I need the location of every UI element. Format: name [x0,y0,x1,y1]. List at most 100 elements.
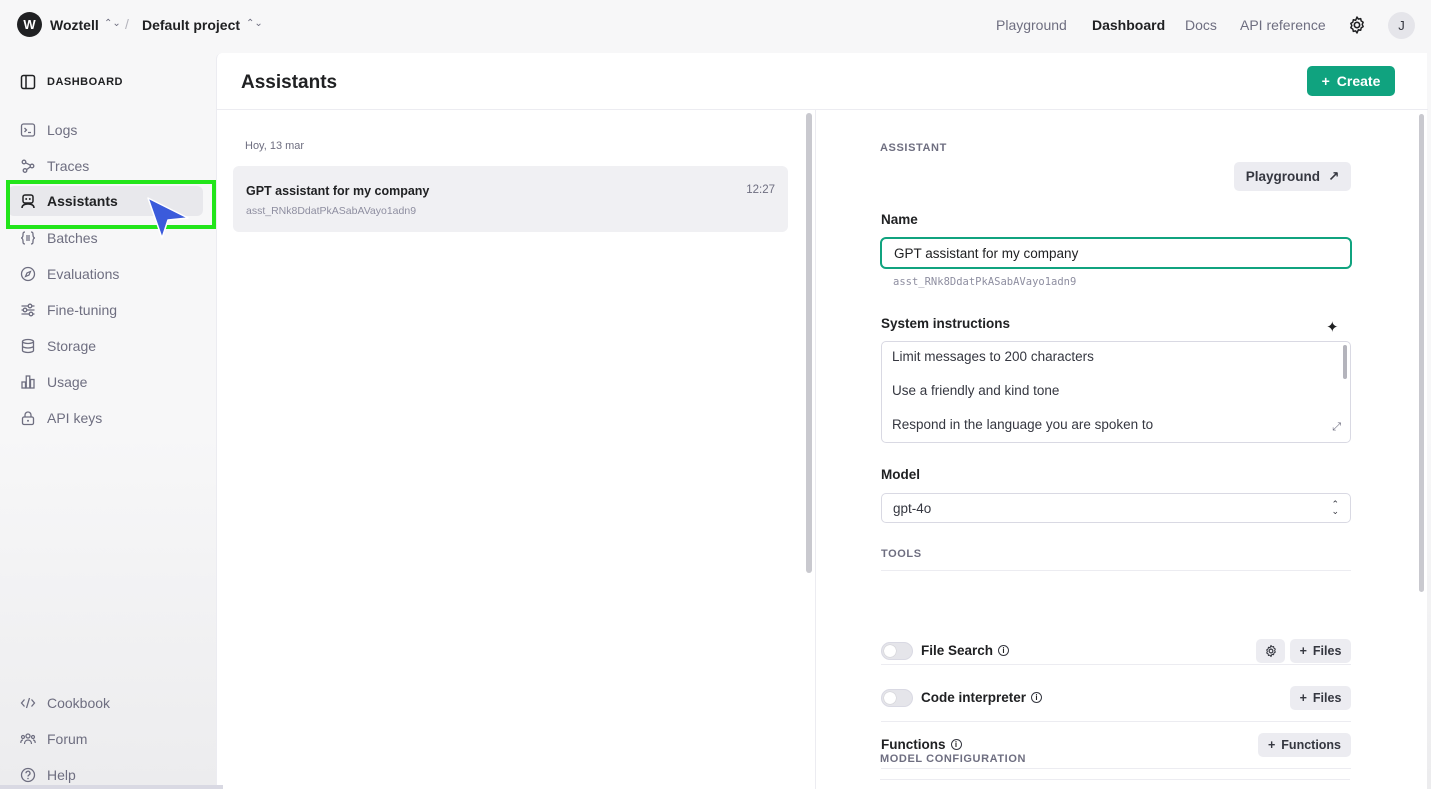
bottom-edge [0,785,223,789]
assistant-title: GPT assistant for my company [246,184,430,198]
org-selector[interactable]: Woztell [50,17,99,33]
compass-icon [20,266,36,282]
page-title: Assistants [241,72,338,93]
sidebar-item-forum[interactable]: Forum [8,724,203,754]
code-interpreter-label: Code interpreter i [921,690,1043,705]
info-icon[interactable]: i [1031,692,1043,703]
batches-icon [20,230,36,246]
bar-chart-icon [20,374,36,390]
gear-icon [1265,644,1276,658]
user-avatar[interactable]: J [1388,12,1415,39]
sidebar-item-storage[interactable]: Storage [8,331,203,361]
sidebar-item-label: Batches [47,230,98,246]
sidebar-item-api-keys[interactable]: API keys [8,403,203,433]
sidebar: DASHBOARD Logs Traces Assistants Batches… [0,52,215,789]
sparkle-icon[interactable]: ✦ [1326,318,1339,336]
detail-scrollbar[interactable] [1419,114,1424,592]
instructions-label: System instructions [881,316,1011,331]
plus-icon: + [1299,644,1307,658]
nav-api-reference[interactable]: API reference [1240,17,1326,33]
sidebar-item-logs[interactable]: Logs [8,115,203,145]
sliders-icon [20,302,36,318]
sidebar-item-label: Usage [47,374,88,390]
org-avatar[interactable]: W [17,12,42,37]
info-icon[interactable]: i [950,739,962,750]
arrow-up-right-icon: ↗ [1327,168,1340,184]
chevron-up-down-icon: ⌃ ⌄ [1331,499,1339,516]
sidebar-header-label: DASHBOARD [47,76,123,88]
sidebar-toggle-icon[interactable] [20,74,36,90]
sidebar-item-usage[interactable]: Usage [8,367,203,397]
instruction-line: Limit messages to 200 characters [892,349,1094,364]
model-label: Model [881,467,920,482]
functions-button-label: Functions [1281,738,1342,752]
assistant-id: asst_RNk8DdatPkASabAVayo1adn9 [246,205,417,217]
assistant-list: Hoy, 13 mar GPT assistant for my company… [217,110,815,789]
file-search-text: File Search [921,643,994,658]
sidebar-item-label: Fine-tuning [47,302,118,318]
file-search-toggle[interactable] [881,642,913,660]
sidebar-header[interactable]: DASHBOARD [20,74,123,90]
playground-button-label: Playground [1245,169,1320,184]
sidebar-item-evaluations[interactable]: Evaluations [8,259,203,289]
sidebar-item-label: API keys [47,410,103,426]
main-panel: Assistants + Create Hoy, 13 mar GPT assi… [216,53,1428,789]
functions-text: Functions [881,737,946,752]
sidebar-item-label: Cookbook [47,695,111,711]
section-label-model-configuration: MODEL CONFIGURATION [880,753,1027,765]
code-interpreter-add-files-button[interactable]: + Files [1290,686,1351,710]
file-search-add-files-button[interactable]: + Files [1290,639,1351,663]
divider [881,664,1351,665]
date-group-label: Hoy, 13 mar [245,140,305,152]
section-label-tools: TOOLS [881,548,922,560]
model-select-value: gpt-4o [893,500,932,516]
chevron-up-down-icon[interactable]: ⌃⌄ [246,18,263,29]
sidebar-item-cookbook[interactable]: Cookbook [8,688,203,718]
nav-dashboard[interactable]: Dashboard [1092,17,1165,33]
code-icon [20,695,36,711]
gear-icon[interactable] [1347,15,1367,35]
sidebar-item-traces[interactable]: Traces [8,151,203,181]
files-label: Files [1312,691,1342,705]
sidebar-item-fine-tuning[interactable]: Fine-tuning [8,295,203,325]
list-scrollbar[interactable] [806,113,812,573]
name-label: Name [881,212,918,227]
sidebar-item-label: Forum [47,731,88,747]
nav-playground[interactable]: Playground [996,17,1067,33]
open-playground-button[interactable]: Playground ↗ [1234,162,1351,191]
mouse-cursor-icon [147,197,189,239]
info-icon[interactable]: i [998,645,1010,656]
add-function-button[interactable]: + Functions [1258,733,1351,757]
textarea-scrollbar[interactable] [1343,345,1347,379]
instruction-line: Use a friendly and kind tone [892,383,1060,398]
files-label: Files [1312,644,1342,658]
functions-label: Functions i [881,737,962,752]
plus-icon: + [1267,738,1276,752]
nav-docs[interactable]: Docs [1185,17,1217,33]
lock-icon [20,410,36,426]
plus-icon: + [1299,691,1307,705]
divider [880,779,1350,780]
sidebar-item-label: Help [47,767,76,783]
create-button[interactable]: + Create [1307,66,1395,96]
model-select[interactable]: gpt-4o ⌃ ⌄ [881,493,1351,523]
code-interpreter-text: Code interpreter [921,690,1027,705]
code-interpreter-toggle[interactable] [881,689,913,707]
database-icon [20,338,36,354]
list-item[interactable]: GPT assistant for my company asst_RNk8Dd… [233,166,788,232]
file-search-settings-button[interactable] [1256,639,1285,663]
help-icon [20,767,36,783]
sidebar-item-label: Logs [47,122,78,138]
sidebar-item-label: Storage [47,338,97,354]
expand-icon[interactable]: ⤢ [1332,421,1341,434]
traces-icon [20,158,36,174]
chevron-up-down-icon[interactable]: ⌃⌄ [104,18,121,29]
sidebar-item-label: Assistants [47,193,118,209]
breadcrumb-separator: / [125,16,129,32]
name-input[interactable]: GPT assistant for my company [880,237,1352,269]
instructions-textarea[interactable]: Limit messages to 200 characters Use a f… [881,341,1351,443]
assistant-id-label: asst_RNk8DdatPkASabAVayo1adn9 [893,276,1077,288]
people-icon [20,731,36,747]
assistant-time: 12:27 [746,184,775,196]
project-selector[interactable]: Default project [142,17,240,33]
